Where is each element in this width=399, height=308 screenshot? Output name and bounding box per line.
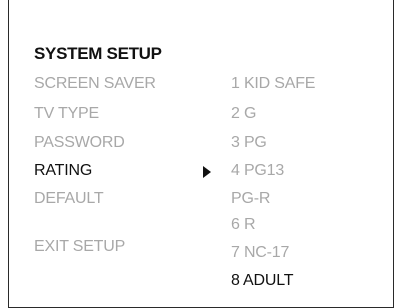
triangle-right-icon <box>203 166 211 178</box>
menu-item-default[interactable]: DEFAULT <box>34 190 104 208</box>
menu-item-password[interactable]: PASSWORD <box>34 134 125 152</box>
rating-option-pg[interactable]: 3 PG <box>231 134 267 152</box>
rating-option-nc17[interactable]: 7 NC-17 <box>231 244 289 262</box>
menu-item-exit-setup[interactable]: EXIT SETUP <box>34 238 125 256</box>
menu-item-tv-type[interactable]: TV TYPE <box>34 105 99 123</box>
rating-option-pg-r[interactable]: PG-R <box>231 190 270 208</box>
rating-option-kid-safe[interactable]: 1 KID SAFE <box>231 75 315 93</box>
rating-option-g[interactable]: 2 G <box>231 105 256 123</box>
menu-item-screen-saver[interactable]: SCREEN SAVER <box>34 75 156 93</box>
menu-title: SYSTEM SETUP <box>34 44 162 63</box>
menu-item-rating[interactable]: RATING <box>34 162 92 180</box>
rating-option-pg13[interactable]: 4 PG13 <box>231 162 284 180</box>
rating-option-r[interactable]: 6 R <box>231 216 256 234</box>
rating-option-adult[interactable]: 8 ADULT <box>231 272 294 290</box>
